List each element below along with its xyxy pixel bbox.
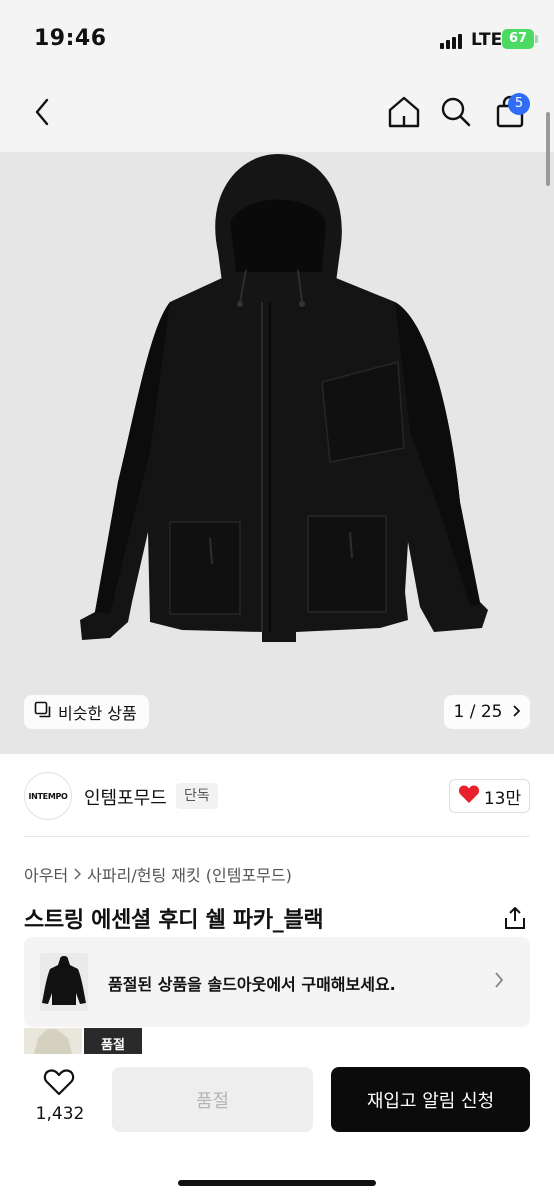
heart-outline-icon <box>43 1069 75 1100</box>
status-bar: 19:46 LTE 67 <box>0 0 554 78</box>
cart-count-badge: 5 <box>508 93 530 115</box>
page-indicator-text: 1 / 25 <box>453 702 503 722</box>
breadcrumb: 아우터 사파리/헌팅 재킷 (인템포무드) <box>24 862 292 886</box>
soldout-banner-text: 품절된 상품을 솔드아웃에서 구매해보세요. <box>108 975 396 994</box>
thumbnail-soldout-label: 품절 <box>101 1038 125 1053</box>
heart-icon <box>458 784 480 809</box>
back-icon[interactable] <box>22 92 62 132</box>
soldout-button-label: 품절 <box>195 1090 230 1112</box>
restock-alert-button[interactable]: 재입고 알림 신청 <box>331 1067 530 1132</box>
product-image[interactable] <box>0 152 554 754</box>
brand-logo-text: INTEMPO <box>28 791 68 801</box>
image-page-indicator[interactable]: 1 / 25 <box>444 695 530 729</box>
battery-icon: 67 <box>502 29 534 49</box>
restock-button-label: 재입고 알림 신청 <box>366 1090 495 1112</box>
status-time: 19:46 <box>34 26 107 51</box>
soldout-banner[interactable]: 품절된 상품을 솔드아웃에서 구매해보세요. <box>24 937 530 1027</box>
brand-logo[interactable]: INTEMPO <box>24 772 72 820</box>
home-indicator <box>178 1180 376 1186</box>
thumbnail-item[interactable] <box>24 1028 82 1054</box>
thumbnail-item-soldout[interactable]: 품절 <box>84 1028 142 1054</box>
similar-products-button[interactable]: 비슷한 상품 <box>24 695 149 729</box>
product-title: 스트링 에센셜 후디 쉘 파카_블랙 <box>24 908 324 933</box>
soldout-button: 품절 <box>112 1067 313 1132</box>
brand-name[interactable]: 인템포무드 <box>84 784 167 810</box>
exclusive-badge: 단독 <box>176 783 218 809</box>
like-count: 13만 <box>483 788 522 809</box>
chevron-right-icon <box>74 865 82 884</box>
jacket-image <box>80 154 488 642</box>
banner-thumbnail <box>40 953 88 1011</box>
home-icon[interactable] <box>384 92 424 132</box>
battery-tip <box>535 35 538 43</box>
scrollbar[interactable] <box>546 112 550 186</box>
copy-icon <box>34 701 52 723</box>
wishlist-count: 1,432 <box>35 1104 85 1124</box>
chevron-right-icon <box>512 702 521 722</box>
share-icon[interactable] <box>502 905 528 931</box>
network-label: LTE <box>471 30 503 50</box>
similar-products-label: 비슷한 상품 <box>58 704 137 723</box>
search-icon[interactable] <box>436 92 476 132</box>
top-nav <box>0 78 554 152</box>
signal-icon <box>440 33 466 49</box>
divider <box>24 836 530 837</box>
like-button[interactable]: 13만 <box>449 779 530 813</box>
chevron-right-icon <box>494 971 504 993</box>
breadcrumb-item[interactable]: 사파리/헌팅 재킷 (인템포무드) <box>87 862 292 886</box>
breadcrumb-item[interactable]: 아우터 <box>24 862 68 886</box>
battery-level: 67 <box>508 31 528 46</box>
